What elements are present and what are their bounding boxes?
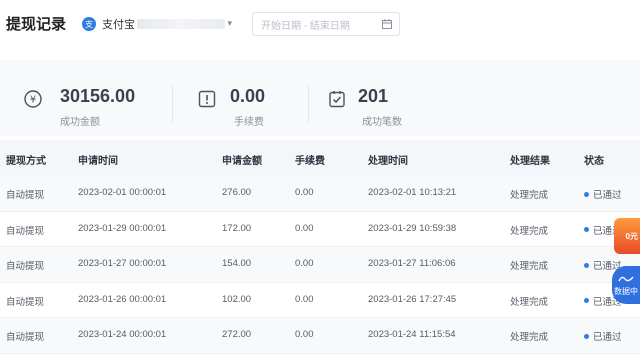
cell-apply-time: 2023-01-26 00:00:01: [78, 293, 167, 305]
cell-apply-time: 2023-01-24 00:00:01: [78, 329, 167, 340]
cell-method: 自动提现: [6, 190, 45, 201]
cell-amount: 272.00: [222, 329, 252, 340]
page-title: 提现记录: [6, 16, 67, 33]
column-header: 状态: [584, 156, 604, 167]
stat-label: 成功金额: [60, 117, 100, 128]
cell-fee: 0.00: [295, 258, 314, 269]
account-id-redacted: [137, 19, 225, 29]
cell-result: 处理完成: [510, 225, 549, 237]
cell-fee: 0.00: [295, 187, 314, 198]
table-row: 自动提现 2023-01-24 00:00:01 272.00 0.00 202…: [0, 318, 640, 354]
table-row: 自动提现 2023-01-27 00:00:01 154.00 0.00 202…: [0, 247, 640, 283]
table-body: 自动提现 2023-02-01 00:00:01 276.00 0.00 202…: [0, 176, 640, 354]
cell-amount: 276.00: [222, 187, 252, 198]
account-select[interactable]: 支 支付宝 ▾: [82, 12, 238, 36]
cell-amount: 102.00: [222, 293, 252, 305]
yen-icon: ¥: [24, 90, 42, 108]
cell-fee: 0.00: [295, 222, 314, 234]
status-label: 已通过: [593, 190, 622, 201]
status-dot: [584, 262, 589, 268]
column-header: 申请金额: [222, 156, 262, 167]
column-header: 申请时间: [78, 156, 118, 167]
status-dot: [584, 227, 589, 233]
cell-result: 处理完成: [510, 332, 549, 343]
cell-fee: 0.00: [295, 293, 314, 305]
promo-badge[interactable]: 0元: [614, 218, 640, 254]
wave-icon: [618, 274, 634, 286]
cell-amount: 172.00: [222, 222, 252, 234]
promo-label: 0元: [625, 231, 638, 241]
date-range-placeholder: 开始日期 - 结束日期: [261, 20, 350, 32]
stat-value: 30156.00: [60, 86, 136, 106]
status-dot: [584, 333, 589, 339]
cell-result: 处理完成: [510, 190, 549, 201]
column-header: 处理时间: [368, 156, 408, 167]
cell-result: 处理完成: [510, 261, 549, 272]
account-name: 支付宝: [102, 19, 135, 31]
cell-method: 自动提现: [6, 332, 45, 343]
cell-method: 自动提现: [6, 261, 45, 272]
cell-method: 自动提现: [6, 296, 45, 308]
column-header: 处理结果: [510, 156, 550, 167]
calendar-icon: [381, 17, 393, 35]
table-header: 提现方式 申请时间 申请金额 手续费 处理时间 处理结果 状态: [0, 140, 640, 176]
status-dot: [584, 298, 589, 304]
stat-divider: [308, 86, 309, 122]
table-row: 自动提现 2023-02-01 00:00:01 276.00 0.00 202…: [0, 176, 640, 212]
cell-apply-time: 2023-01-27 00:00:01: [78, 258, 167, 269]
stat-divider: [172, 86, 173, 122]
status-label: 已通过: [593, 332, 622, 343]
cell-process-time: 2023-01-27 11:06:06: [368, 258, 456, 269]
cell-status: 已通过: [584, 187, 622, 201]
status-dot: [584, 191, 589, 197]
table-row: 自动提现 2023-01-26 00:00:01 102.00 0.00 202…: [0, 283, 640, 318]
date-range-input[interactable]: 开始日期 - 结束日期: [252, 12, 400, 36]
cell-apply-time: 2023-02-01 00:00:01: [78, 187, 167, 198]
column-header: 手续费: [295, 156, 325, 167]
stat-label: 手续费: [234, 117, 264, 128]
stat-value: 0.00: [230, 86, 266, 106]
cell-process-time: 2023-02-01 10:13:21: [368, 187, 457, 198]
withdrawal-table: 提现方式 申请时间 申请金额 手续费 处理时间 处理结果 状态 自动提现 202…: [0, 140, 640, 354]
cell-process-time: 2023-01-26 17:27:45: [368, 293, 457, 305]
cell-process-time: 2023-01-29 10:59:38: [368, 222, 457, 234]
alipay-icon: 支: [82, 17, 96, 31]
data-center-button[interactable]: 数据中: [612, 266, 640, 304]
column-header: 提现方式: [6, 156, 46, 167]
cell-apply-time: 2023-01-29 00:00:01: [78, 222, 167, 234]
clipboard-check-icon: [328, 90, 346, 108]
cell-amount: 154.00: [222, 258, 252, 269]
alert-box-icon: [198, 90, 216, 108]
svg-text:¥: ¥: [30, 95, 36, 106]
cell-result: 处理完成: [510, 296, 549, 308]
stat-label: 成功笔数: [362, 117, 402, 128]
cell-process-time: 2023-01-24 11:15:54: [368, 329, 456, 340]
table-row: 自动提现 2023-01-29 00:00:01 172.00 0.00 202…: [0, 212, 640, 247]
stat-value: 201: [358, 86, 389, 106]
chevron-down-icon: ▾: [227, 18, 232, 28]
page-header: 提现记录 支 支付宝 ▾ 开始日期 - 结束日期: [0, 0, 640, 52]
cell-method: 自动提现: [6, 225, 45, 237]
cell-fee: 0.00: [295, 329, 314, 340]
data-center-label: 数据中: [614, 286, 638, 296]
cell-status: 已通过: [584, 329, 622, 343]
